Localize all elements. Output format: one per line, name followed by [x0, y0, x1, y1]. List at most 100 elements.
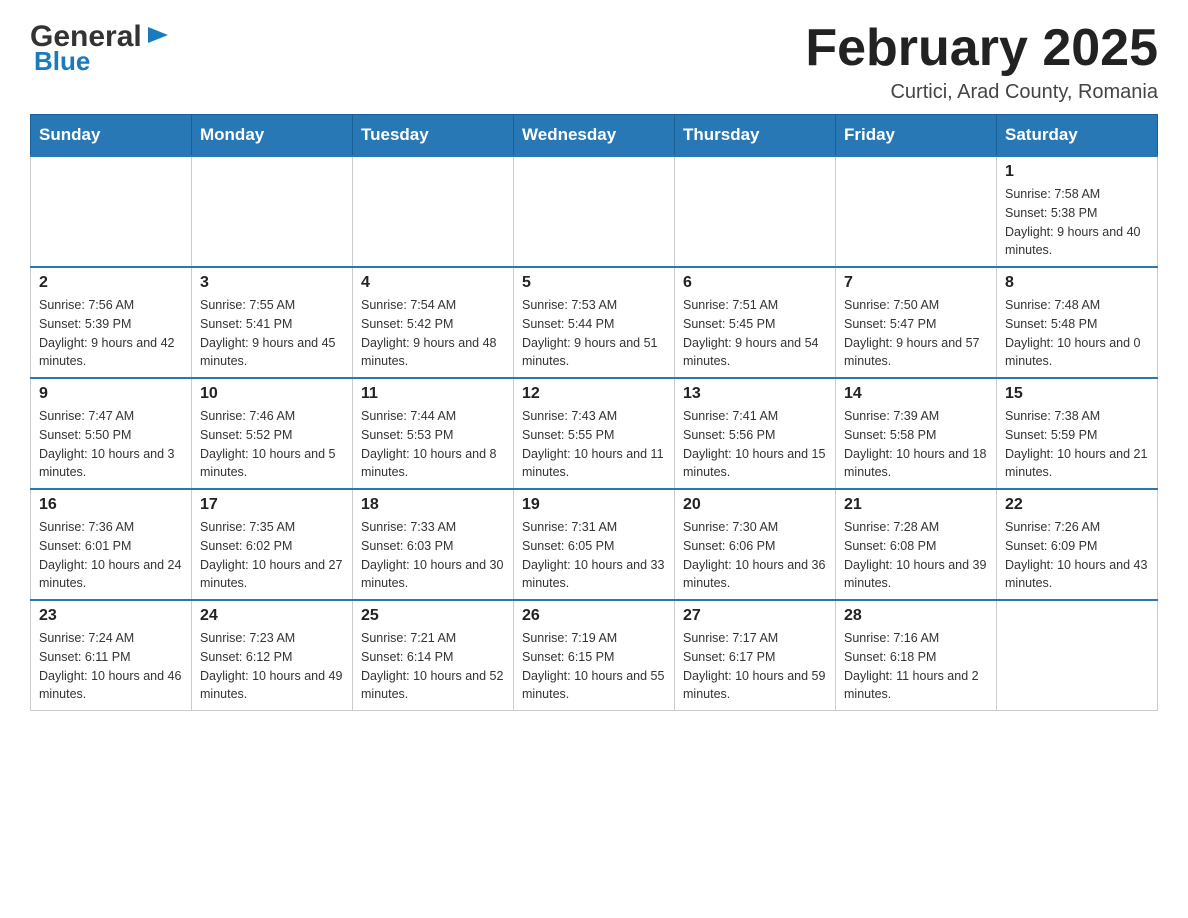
day-info: Sunrise: 7:43 AM Sunset: 5:55 PM Dayligh… — [522, 407, 666, 482]
day-info: Sunrise: 7:44 AM Sunset: 5:53 PM Dayligh… — [361, 407, 505, 482]
day-number: 3 — [200, 274, 344, 292]
day-info: Sunrise: 7:54 AM Sunset: 5:42 PM Dayligh… — [361, 296, 505, 371]
calendar-day-cell: 19 Sunrise: 7:31 AM Sunset: 6:05 PM Dayli… — [514, 489, 675, 600]
calendar-day-cell: 14 Sunrise: 7:39 AM Sunset: 5:58 PM Dayli… — [836, 378, 997, 489]
calendar-day-cell: 3 Sunrise: 7:55 AM Sunset: 5:41 PM Daylig… — [192, 267, 353, 378]
day-info: Sunrise: 7:38 AM Sunset: 5:59 PM Dayligh… — [1005, 407, 1149, 482]
calendar-day-header: Saturday — [997, 115, 1158, 157]
logo-blue-text: Blue — [34, 46, 90, 77]
day-info: Sunrise: 7:33 AM Sunset: 6:03 PM Dayligh… — [361, 518, 505, 593]
calendar-day-cell — [514, 156, 675, 267]
day-info: Sunrise: 7:50 AM Sunset: 5:47 PM Dayligh… — [844, 296, 988, 371]
day-info: Sunrise: 7:23 AM Sunset: 6:12 PM Dayligh… — [200, 629, 344, 704]
calendar-day-cell — [192, 156, 353, 267]
day-info: Sunrise: 7:41 AM Sunset: 5:56 PM Dayligh… — [683, 407, 827, 482]
calendar-week-row: 2 Sunrise: 7:56 AM Sunset: 5:39 PM Daylig… — [31, 267, 1158, 378]
day-info: Sunrise: 7:21 AM Sunset: 6:14 PM Dayligh… — [361, 629, 505, 704]
calendar-day-cell: 10 Sunrise: 7:46 AM Sunset: 5:52 PM Dayli… — [192, 378, 353, 489]
day-number: 12 — [522, 385, 666, 403]
calendar-day-cell: 1Sunrise: 7:58 AM Sunset: 5:38 PM Daylig… — [997, 156, 1158, 267]
day-info: Sunrise: 7:51 AM Sunset: 5:45 PM Dayligh… — [683, 296, 827, 371]
day-number: 17 — [200, 496, 344, 514]
page-header: General Blue February 2025 Curtici, Arad… — [30, 20, 1158, 104]
calendar-day-cell: 23 Sunrise: 7:24 AM Sunset: 6:11 PM Dayli… — [31, 600, 192, 711]
day-number: 8 — [1005, 274, 1149, 292]
day-info: Sunrise: 7:31 AM Sunset: 6:05 PM Dayligh… — [522, 518, 666, 593]
day-info: Sunrise: 7:56 AM Sunset: 5:39 PM Dayligh… — [39, 296, 183, 371]
calendar-day-cell: 13 Sunrise: 7:41 AM Sunset: 5:56 PM Dayli… — [675, 378, 836, 489]
calendar-day-cell: 7 Sunrise: 7:50 AM Sunset: 5:47 PM Daylig… — [836, 267, 997, 378]
day-number: 20 — [683, 496, 827, 514]
title-block: February 2025 Curtici, Arad County, Roma… — [805, 20, 1158, 104]
calendar-day-cell: 28 Sunrise: 7:16 AM Sunset: 6:18 PM Dayli… — [836, 600, 997, 711]
calendar-day-cell: 6Sunrise: 7:51 AM Sunset: 5:45 PM Daylig… — [675, 267, 836, 378]
day-number: 19 — [522, 496, 666, 514]
calendar-week-row: 1Sunrise: 7:58 AM Sunset: 5:38 PM Daylig… — [31, 156, 1158, 267]
day-number: 28 — [844, 607, 988, 625]
day-number: 25 — [361, 607, 505, 625]
day-info: Sunrise: 7:16 AM Sunset: 6:18 PM Dayligh… — [844, 629, 988, 704]
day-info: Sunrise: 7:53 AM Sunset: 5:44 PM Dayligh… — [522, 296, 666, 371]
day-number: 21 — [844, 496, 988, 514]
calendar-day-header: Friday — [836, 115, 997, 157]
calendar-day-cell: 22Sunrise: 7:26 AM Sunset: 6:09 PM Dayli… — [997, 489, 1158, 600]
calendar-day-cell: 2 Sunrise: 7:56 AM Sunset: 5:39 PM Daylig… — [31, 267, 192, 378]
calendar-day-cell — [353, 156, 514, 267]
day-info: Sunrise: 7:48 AM Sunset: 5:48 PM Dayligh… — [1005, 296, 1149, 371]
day-info: Sunrise: 7:46 AM Sunset: 5:52 PM Dayligh… — [200, 407, 344, 482]
logo-arrow-icon — [144, 21, 172, 49]
calendar-title: February 2025 — [805, 20, 1158, 77]
calendar-day-cell: 16 Sunrise: 7:36 AM Sunset: 6:01 PM Dayli… — [31, 489, 192, 600]
day-number: 24 — [200, 607, 344, 625]
day-number: 13 — [683, 385, 827, 403]
calendar-day-cell: 15 Sunrise: 7:38 AM Sunset: 5:59 PM Dayli… — [997, 378, 1158, 489]
day-info: Sunrise: 7:24 AM Sunset: 6:11 PM Dayligh… — [39, 629, 183, 704]
calendar-day-cell: 20 Sunrise: 7:30 AM Sunset: 6:06 PM Dayli… — [675, 489, 836, 600]
calendar-day-cell: 8 Sunrise: 7:48 AM Sunset: 5:48 PM Daylig… — [997, 267, 1158, 378]
day-info: Sunrise: 7:36 AM Sunset: 6:01 PM Dayligh… — [39, 518, 183, 593]
calendar-day-header: Thursday — [675, 115, 836, 157]
day-number: 1 — [1005, 163, 1149, 181]
calendar-day-cell: 26 Sunrise: 7:19 AM Sunset: 6:15 PM Dayli… — [514, 600, 675, 711]
calendar-day-header: Sunday — [31, 115, 192, 157]
calendar-table: SundayMondayTuesdayWednesdayThursdayFrid… — [30, 114, 1158, 711]
day-number: 5 — [522, 274, 666, 292]
day-number: 7 — [844, 274, 988, 292]
day-number: 15 — [1005, 385, 1149, 403]
calendar-day-cell: 9 Sunrise: 7:47 AM Sunset: 5:50 PM Daylig… — [31, 378, 192, 489]
calendar-day-cell — [31, 156, 192, 267]
calendar-subtitle: Curtici, Arad County, Romania — [805, 81, 1158, 104]
day-info: Sunrise: 7:55 AM Sunset: 5:41 PM Dayligh… — [200, 296, 344, 371]
day-number: 26 — [522, 607, 666, 625]
day-info: Sunrise: 7:19 AM Sunset: 6:15 PM Dayligh… — [522, 629, 666, 704]
calendar-day-cell — [997, 600, 1158, 711]
day-info: Sunrise: 7:28 AM Sunset: 6:08 PM Dayligh… — [844, 518, 988, 593]
day-number: 4 — [361, 274, 505, 292]
calendar-day-header: Monday — [192, 115, 353, 157]
calendar-day-cell: 25 Sunrise: 7:21 AM Sunset: 6:14 PM Dayli… — [353, 600, 514, 711]
day-number: 18 — [361, 496, 505, 514]
day-info: Sunrise: 7:47 AM Sunset: 5:50 PM Dayligh… — [39, 407, 183, 482]
day-number: 23 — [39, 607, 183, 625]
day-info: Sunrise: 7:35 AM Sunset: 6:02 PM Dayligh… — [200, 518, 344, 593]
logo: General Blue — [30, 20, 172, 77]
day-number: 14 — [844, 385, 988, 403]
day-number: 16 — [39, 496, 183, 514]
calendar-day-header: Tuesday — [353, 115, 514, 157]
day-number: 11 — [361, 385, 505, 403]
calendar-day-cell: 5 Sunrise: 7:53 AM Sunset: 5:44 PM Daylig… — [514, 267, 675, 378]
calendar-day-cell — [675, 156, 836, 267]
calendar-day-cell: 11 Sunrise: 7:44 AM Sunset: 5:53 PM Dayli… — [353, 378, 514, 489]
day-info: Sunrise: 7:30 AM Sunset: 6:06 PM Dayligh… — [683, 518, 827, 593]
calendar-day-cell: 27Sunrise: 7:17 AM Sunset: 6:17 PM Dayli… — [675, 600, 836, 711]
day-number: 2 — [39, 274, 183, 292]
calendar-day-cell: 12 Sunrise: 7:43 AM Sunset: 5:55 PM Dayli… — [514, 378, 675, 489]
day-info: Sunrise: 7:39 AM Sunset: 5:58 PM Dayligh… — [844, 407, 988, 482]
calendar-header-row: SundayMondayTuesdayWednesdayThursdayFrid… — [31, 115, 1158, 157]
calendar-day-cell: 17 Sunrise: 7:35 AM Sunset: 6:02 PM Dayli… — [192, 489, 353, 600]
calendar-week-row: 16 Sunrise: 7:36 AM Sunset: 6:01 PM Dayli… — [31, 489, 1158, 600]
calendar-day-cell — [836, 156, 997, 267]
day-number: 9 — [39, 385, 183, 403]
day-number: 10 — [200, 385, 344, 403]
day-info: Sunrise: 7:17 AM Sunset: 6:17 PM Dayligh… — [683, 629, 827, 704]
